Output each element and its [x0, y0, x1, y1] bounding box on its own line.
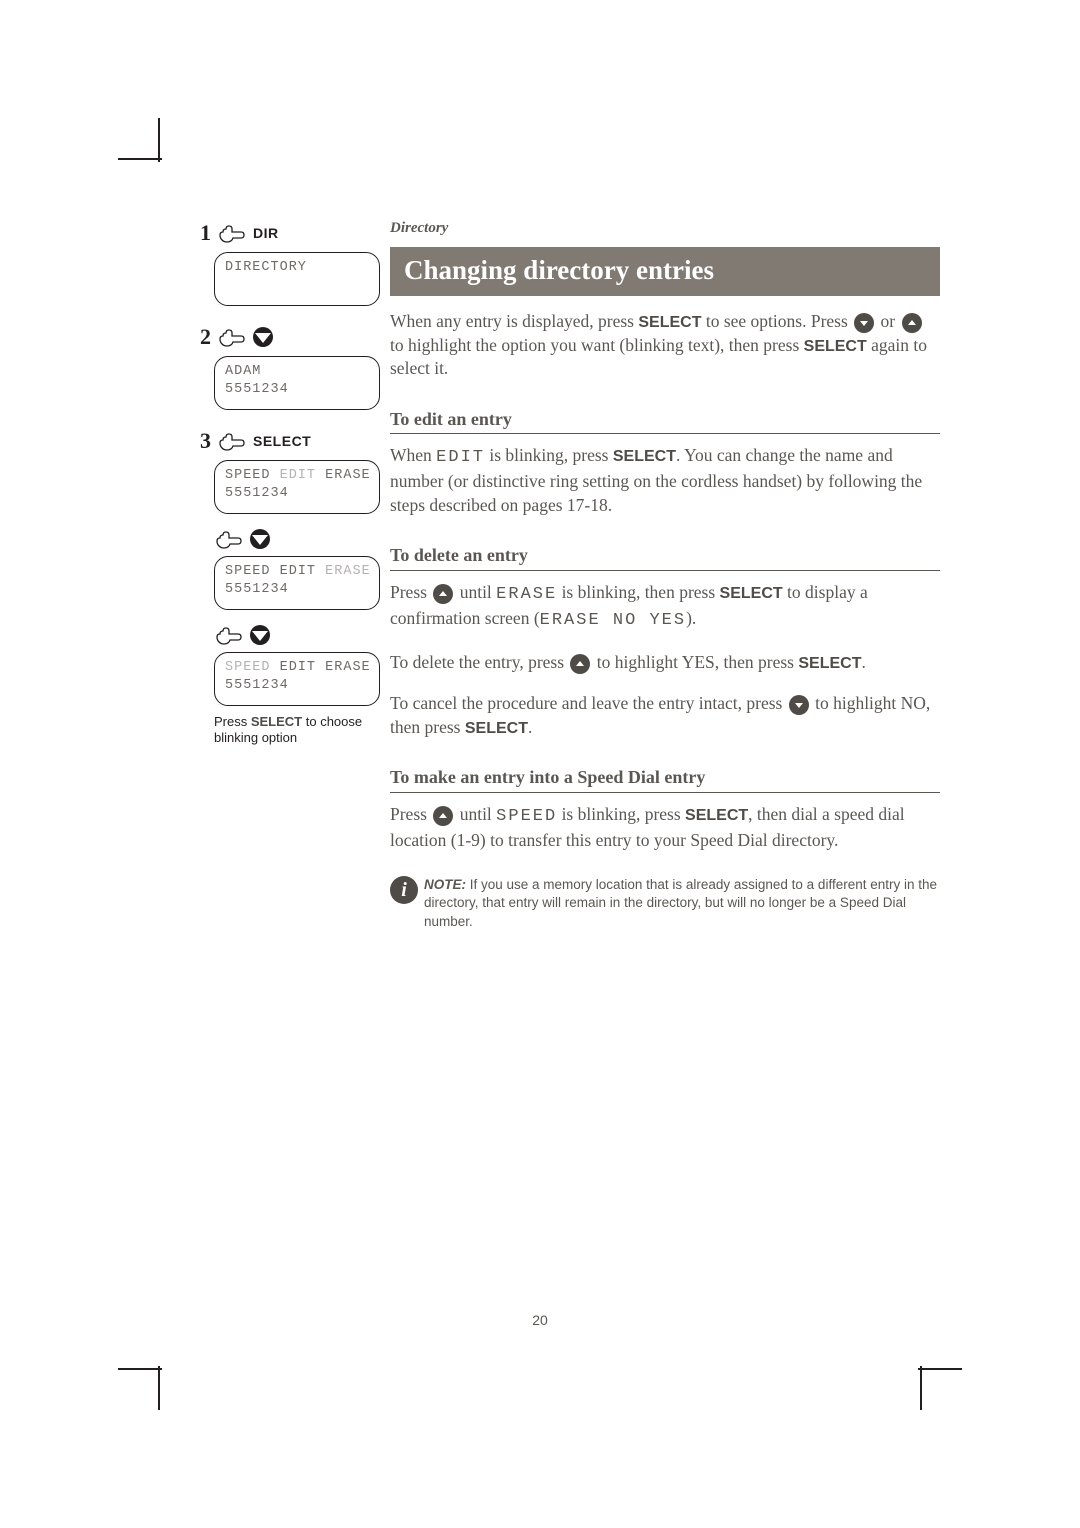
- text: or: [876, 311, 899, 331]
- step-label: SELECT: [253, 433, 311, 449]
- delete-paragraph-2: To delete the entry, press to highlight …: [390, 651, 940, 675]
- step-3: 3 SELECT SPEED EDIT ERASE 5551234: [200, 428, 380, 747]
- note-block: i NOTE: If you use a memory location tha…: [390, 876, 940, 931]
- key-select: SELECT: [638, 314, 701, 331]
- crop-mark: [118, 158, 162, 160]
- key-select: SELECT: [251, 714, 302, 729]
- lcd-line: 5551234: [225, 485, 369, 503]
- lcd-word-erase: ERASE: [325, 660, 371, 675]
- lcd-word-erase: ERASE: [325, 468, 371, 483]
- step-1: 1 DIR DIRECTORY: [200, 220, 380, 306]
- up-arrow-icon: [902, 313, 922, 333]
- text: ).: [686, 608, 696, 628]
- lcd-word-edit: EDIT: [280, 564, 316, 579]
- text: is blinking, then press: [557, 582, 719, 602]
- text: When: [390, 445, 436, 465]
- lcd-line: DIRECTORY: [225, 259, 369, 277]
- text: is blinking, press: [485, 445, 613, 465]
- page-number: 20: [0, 1312, 1080, 1328]
- key-select: SELECT: [685, 807, 748, 824]
- up-arrow-icon: [570, 654, 590, 674]
- press-icon: [214, 528, 244, 550]
- key-select: SELECT: [613, 448, 676, 465]
- page-title: Changing directory entries: [390, 247, 940, 296]
- text: .: [528, 717, 532, 737]
- text: To cancel the procedure and leave the en…: [390, 693, 787, 713]
- section-heading-edit: To edit an entry: [390, 407, 940, 434]
- text: to highlight the option you want (blinki…: [390, 335, 804, 355]
- step-number: 2: [200, 324, 211, 350]
- lcd-screen: DIRECTORY: [214, 252, 380, 306]
- section-heading-delete: To delete an entry: [390, 543, 940, 570]
- breadcrumb: Directory: [390, 220, 940, 237]
- step-label: DIR: [253, 225, 279, 241]
- lcd-line: 5551234: [225, 677, 369, 695]
- note-label: NOTE:: [424, 877, 466, 892]
- text: Press: [390, 582, 431, 602]
- lcd-word-edit: EDIT: [280, 468, 316, 483]
- delete-paragraph-1: Press until ERASE is blinking, then pres…: [390, 581, 940, 633]
- text: until: [455, 582, 496, 602]
- text: is blinking, press: [557, 804, 685, 824]
- lcd-screen: SPEED EDIT ERASE 5551234: [214, 460, 380, 514]
- lcd-word: SPEED: [496, 807, 557, 826]
- lcd-screen: ADAM 5551234: [214, 356, 380, 410]
- up-arrow-icon: [433, 584, 453, 604]
- key-select: SELECT: [720, 585, 783, 602]
- text: To delete the entry, press: [390, 652, 568, 672]
- text: to see options. Press: [701, 311, 852, 331]
- lcd-line: 5551234: [225, 381, 369, 399]
- text: If you use a memory location that is alr…: [424, 877, 937, 928]
- lcd-word-speed: SPEED: [225, 660, 271, 675]
- step-2: 2 ADAM 5551234: [200, 324, 380, 410]
- crop-mark: [158, 1366, 160, 1410]
- edit-paragraph: When EDIT is blinking, press SELECT. You…: [390, 444, 940, 517]
- lcd-word-erase: ERASE: [325, 564, 371, 579]
- lcd-line: ADAM: [225, 363, 369, 381]
- lcd-word-edit: EDIT: [280, 660, 316, 675]
- lcd-word: ERASE NO YES: [540, 611, 686, 630]
- text: until: [455, 804, 496, 824]
- crop-mark: [920, 1366, 922, 1410]
- lcd-screen: SPEED EDIT ERASE 5551234: [214, 652, 380, 706]
- lcd-word: EDIT: [436, 448, 485, 467]
- step-number: 3: [200, 428, 211, 454]
- delete-paragraph-3: To cancel the procedure and leave the en…: [390, 692, 940, 739]
- key-select: SELECT: [465, 720, 528, 737]
- press-icon: [217, 326, 247, 348]
- note-text: NOTE: If you use a memory location that …: [424, 876, 940, 931]
- down-arrow-icon: [854, 313, 874, 333]
- text: When any entry is displayed, press: [390, 311, 638, 331]
- text: Press: [390, 804, 431, 824]
- step-number: 1: [200, 220, 211, 246]
- lcd-screen: SPEED EDIT ERASE 5551234: [214, 556, 380, 610]
- lcd-word-speed: SPEED: [225, 564, 271, 579]
- press-icon: [214, 624, 244, 646]
- crop-mark: [918, 1368, 962, 1370]
- lcd-word-speed: SPEED: [225, 468, 271, 483]
- speed-paragraph: Press until SPEED is blinking, press SEL…: [390, 803, 940, 853]
- down-arrow-icon: [250, 625, 270, 645]
- info-icon: i: [390, 876, 418, 904]
- down-arrow-icon: [250, 529, 270, 549]
- text: to highlight YES, then press: [592, 652, 798, 672]
- text: .: [862, 652, 866, 672]
- crop-mark: [158, 118, 160, 162]
- intro-paragraph: When any entry is displayed, press SELEC…: [390, 310, 940, 381]
- key-select: SELECT: [804, 338, 867, 355]
- press-icon: [217, 430, 247, 452]
- lcd-line: 5551234: [225, 581, 369, 599]
- down-arrow-icon: [789, 695, 809, 715]
- section-heading-speed: To make an entry into a Speed Dial entry: [390, 765, 940, 792]
- key-select: SELECT: [798, 655, 861, 672]
- lcd-word: ERASE: [496, 585, 557, 604]
- step-caption: Press SELECT to choose blinking option: [214, 714, 380, 747]
- caption-text: Press: [214, 714, 251, 729]
- down-arrow-icon: [253, 327, 273, 347]
- press-icon: [217, 222, 247, 244]
- up-arrow-icon: [433, 806, 453, 826]
- crop-mark: [118, 1368, 162, 1370]
